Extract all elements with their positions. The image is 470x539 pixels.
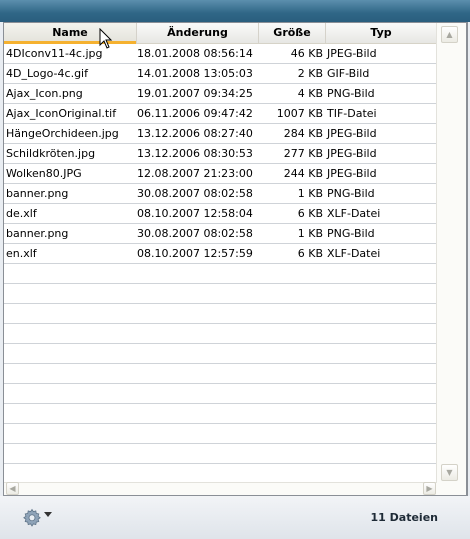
table-row[interactable]: Ajax_Icon.png 19.01.2007 09:34:25 4 KB PNG-… [4,84,437,104]
file-type-cell: PNG-Bild [327,87,375,100]
file-type-cell: JPEG-Bild [327,127,377,140]
table-row[interactable]: Schildkröten.jpg 13.12.2006 08:30:53 277 K… [4,144,437,164]
table-row[interactable]: Wolken80.JPG 12.08.2007 21:23:00 244 KB JPE… [4,164,437,184]
file-name-cell: Ajax_Icon.png [6,87,83,100]
table-row[interactable]: 4D_Logo-4c.gif 14.01.2008 13:05:03 2 KB GIF… [4,64,437,84]
file-type-cell: JPEG-Bild [327,47,377,60]
arrow-right-icon: ▶ [426,484,433,493]
file-type-cell: JPEG-Bild [327,167,377,180]
file-size-cell: 6 KB [297,247,323,260]
file-name-cell: banner.png [6,227,69,240]
empty-row [4,364,437,384]
empty-row [4,264,437,284]
table-row[interactable]: banner.png 30.08.2007 08:02:58 1 KB PNG-Bil… [4,224,437,244]
file-size-cell: 4 KB [297,87,323,100]
window-titlebar [0,0,470,22]
file-size-cell: 6 KB [297,207,323,220]
empty-row [4,424,437,444]
empty-row [4,344,437,364]
modified-date-cell: 12.08.2007 21:23:00 [137,167,253,180]
status-bar: 11 Dateien [0,496,470,539]
table-row[interactable]: HängeOrchideen.jpg 13.12.2006 08:27:40 284… [4,124,437,144]
modified-date-cell: 14.01.2008 13:05:03 [137,67,253,80]
empty-row [4,404,437,424]
file-type-cell: XLF-Datei [327,247,381,260]
file-list-body: 4DIconv11-4c.jpg 18.01.2008 08:56:14 46 KB… [4,44,437,484]
empty-row [4,384,437,404]
file-type-cell: TIF-Datei [327,107,377,120]
vertical-scrollbar[interactable]: ▲ ▼ [436,23,466,495]
modified-date-cell: 19.01.2007 09:34:25 [137,87,253,100]
table-row[interactable]: en.xlf 08.10.2007 12:57:59 6 KB XLF-Datei [4,244,437,264]
file-name-cell: 4DIconv11-4c.jpg [6,47,103,60]
scroll-down-button[interactable]: ▼ [441,464,458,481]
column-header-row: Name Änderung Größe Typ [4,23,437,44]
file-name-cell: 4D_Logo-4c.gif [6,67,88,80]
arrow-up-icon: ▲ [446,30,453,39]
file-type-cell: JPEG-Bild [327,147,377,160]
file-name-cell: Wolken80.JPG [6,167,82,180]
modified-date-cell: 13.12.2006 08:27:40 [137,127,253,140]
empty-row [4,444,437,464]
modified-date-cell: 08.10.2007 12:58:04 [137,207,253,220]
file-size-cell: 284 KB [283,127,323,140]
column-header-name[interactable]: Name [4,23,137,44]
file-size-cell: 2 KB [297,67,323,80]
modified-date-cell: 08.10.2007 12:57:59 [137,247,253,260]
file-list-panel: Name Änderung Größe Typ 4DIconv11-4c.jpg… [3,22,468,496]
file-size-cell: 1 KB [297,227,323,240]
file-name-cell: Schildkröten.jpg [6,147,96,160]
empty-row [4,464,437,484]
file-name-cell: HängeOrchideen.jpg [6,127,119,140]
column-header-size[interactable]: Größe [259,23,326,43]
column-header-type[interactable]: Typ [326,23,437,43]
file-size-cell: 244 KB [283,167,323,180]
file-count-label: 11 Dateien [370,511,438,524]
file-size-cell: 277 KB [283,147,323,160]
file-name-cell: Ajax_IconOriginal.tif [6,107,117,120]
modified-date-cell: 13.12.2006 08:30:53 [137,147,253,160]
file-name-cell: de.xlf [6,207,37,220]
scroll-right-button[interactable]: ▶ [423,482,436,495]
modified-date-cell: 18.01.2008 08:56:14 [137,47,253,60]
table-row[interactable]: banner.png 30.08.2007 08:02:58 1 KB PNG-Bil… [4,184,437,204]
file-size-cell: 46 KB [290,47,323,60]
empty-row [4,304,437,324]
file-size-cell: 1007 KB [276,107,323,120]
scroll-up-button[interactable]: ▲ [441,26,458,43]
modified-date-cell: 06.11.2006 09:47:42 [137,107,253,120]
column-header-date[interactable]: Änderung [137,23,259,43]
modified-date-cell: 30.08.2007 08:02:58 [137,187,253,200]
empty-row [4,324,437,344]
mouse-pointer-icon [99,28,113,49]
table-row[interactable]: 4DIconv11-4c.jpg 18.01.2008 08:56:14 46 KB… [4,44,437,64]
table-row[interactable]: Ajax_IconOriginal.tif 06.11.2006 09:47:42… [4,104,437,124]
file-name-cell: en.xlf [6,247,37,260]
file-type-cell: PNG-Bild [327,227,375,240]
file-type-cell: GIF-Bild [327,67,370,80]
file-type-cell: PNG-Bild [327,187,375,200]
file-size-cell: 1 KB [297,187,323,200]
horizontal-scrollbar[interactable]: ◀ ▶ [4,482,437,495]
file-name-cell: banner.png [6,187,69,200]
arrow-down-icon: ▼ [446,468,453,477]
chevron-down-icon[interactable] [44,512,52,517]
arrow-left-icon: ◀ [9,484,16,493]
scroll-left-button[interactable]: ◀ [6,482,19,495]
file-type-cell: XLF-Datei [327,207,381,220]
gear-icon[interactable] [22,508,42,528]
modified-date-cell: 30.08.2007 08:02:58 [137,227,253,240]
table-row[interactable]: de.xlf 08.10.2007 12:58:04 6 KB XLF-Datei [4,204,437,224]
empty-row [4,284,437,304]
